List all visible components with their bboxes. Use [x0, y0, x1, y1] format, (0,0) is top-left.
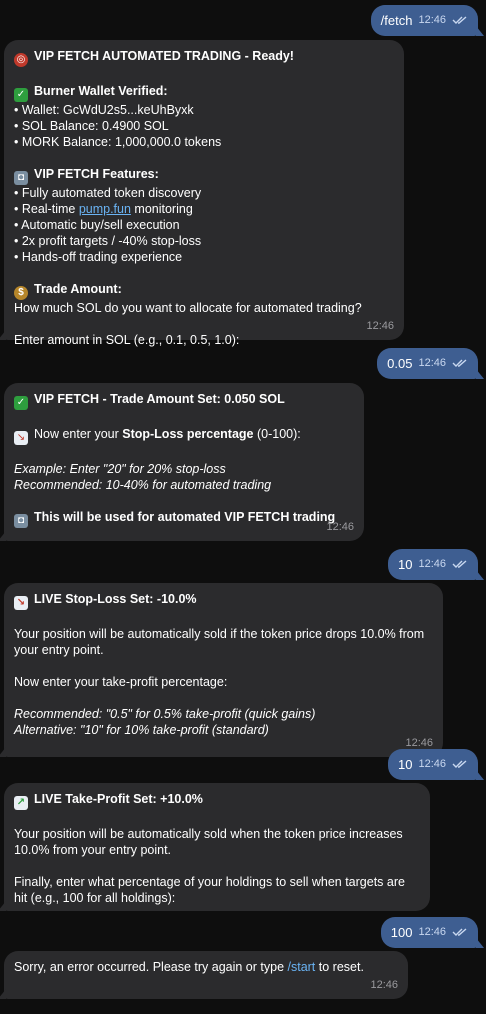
feature-line: • Hands-off trading experience [14, 250, 183, 264]
bubble-tail [476, 570, 484, 580]
body-line: Finally, enter what percentage of your h… [14, 875, 409, 905]
robot-icon: ◘ [14, 514, 28, 528]
recommended-line: Recommended: "0.5" for 0.5% take-profit … [14, 707, 316, 721]
message-title: ↗ LIVE Take-Profit Set: +10.0% [14, 791, 420, 810]
instruction-line: ↘ Now enter your Stop-Loss percentage (0-… [14, 426, 354, 445]
check-mark-icon: ✓ [14, 396, 28, 410]
message-text: 10 [398, 756, 413, 772]
bot-message-trade-amount: ✓ VIP FETCH - Trade Amount Set: 0.050 SOL… [0, 383, 364, 541]
chart-increasing-icon: ↗ [14, 796, 28, 810]
start-command-link[interactable]: /start [288, 960, 316, 974]
example-line: Example: Enter "20" for 20% stop-loss [14, 462, 226, 476]
outgoing-message[interactable]: 0.05 12:46 [377, 348, 484, 379]
check-mark-icon: ✓ [14, 88, 28, 102]
bubble-tail [0, 989, 6, 999]
message-text: /fetch [380, 12, 413, 28]
message-time: 12:46 [418, 926, 446, 938]
bot-message-ready: ◎ VIP FETCH AUTOMATED TRADING - Ready! ✓ B… [0, 40, 404, 347]
chat-area: /fetch 12:46 ◎ VIP FETCH AUTOMATED TRADIN… [0, 0, 486, 1014]
enter-line: Enter amount in SOL (e.g., 0.1, 0.5, 1.0… [14, 333, 240, 347]
feature-line: • 2x profit targets / -40% stop-loss [14, 234, 202, 248]
double-check-icon [452, 928, 467, 936]
feature-line: • Fully automated token discovery [14, 186, 202, 200]
message-text: 100 [390, 924, 413, 940]
mork-balance-line: • MORK Balance: 1,000,000.0 tokens [14, 135, 222, 149]
message-time: 12:46 [366, 320, 394, 332]
pump-fun-link[interactable]: pump.fun [79, 202, 131, 216]
bubble-tail [0, 330, 6, 340]
bot-message-take-profit: ↗ LIVE Take-Profit Set: +10.0% Your posit… [0, 783, 430, 911]
double-check-icon [452, 16, 467, 24]
question-line: How much SOL do you want to allocate for… [14, 301, 362, 315]
double-check-icon [452, 359, 467, 367]
robot-icon: ◘ [14, 171, 28, 185]
outgoing-message[interactable]: /fetch 12:46 [370, 5, 484, 36]
bubble-tail [476, 770, 484, 780]
double-check-icon [452, 560, 467, 568]
message-time: 12:46 [418, 357, 446, 369]
double-check-icon [452, 760, 467, 768]
outgoing-message[interactable]: 100 12:46 [380, 917, 484, 948]
bot-message-stop-loss: ↘ LIVE Stop-Loss Set: -10.0% Your positio… [0, 583, 443, 757]
message-title: ◎ VIP FETCH AUTOMATED TRADING - Ready! [14, 48, 394, 67]
chart-decreasing-icon: ↘ [14, 431, 28, 445]
outgoing-message[interactable]: 10 12:46 [388, 749, 484, 780]
body-line: Your position will be automatically sold… [14, 627, 428, 657]
recommended-line: Recommended: 10-40% for automated tradin… [14, 478, 272, 492]
section-heading: ✓ Burner Wallet Verified: [14, 83, 394, 102]
message-text: 10 [398, 556, 413, 572]
bubble-tail [476, 26, 484, 36]
sol-balance-line: • SOL Balance: 0.4900 SOL [14, 119, 169, 133]
message-text: 0.05 [387, 355, 413, 371]
message-time: 12:46 [370, 979, 398, 991]
bubble-tail [0, 747, 6, 757]
outgoing-message[interactable]: 10 12:46 [388, 549, 484, 580]
wallet-line: • Wallet: GcWdU2s5...keUhByxk [14, 103, 194, 117]
error-line: Sorry, an error occurred. Please try aga… [14, 960, 364, 974]
usage-line: ◘ This will be used for automated VIP FET… [14, 509, 354, 528]
message-time: 12:46 [418, 558, 446, 570]
message-time: 12:46 [326, 521, 354, 533]
money-bag-icon: $ [14, 286, 28, 300]
bubble-tail [0, 901, 6, 911]
section-heading: $ Trade Amount: [14, 281, 394, 300]
body-line: Your position will be automatically sold… [14, 827, 407, 857]
chart-decreasing-icon: ↘ [14, 596, 28, 610]
feature-line: • Real-time pump.fun monitoring [14, 202, 193, 216]
message-time: 12:46 [418, 14, 446, 26]
bubble-tail [476, 938, 484, 948]
message-title: ↘ LIVE Stop-Loss Set: -10.0% [14, 591, 433, 610]
body-line: Now enter your take-profit percentage: [14, 675, 228, 689]
message-title: ✓ VIP FETCH - Trade Amount Set: 0.050 SOL [14, 391, 354, 410]
direct-hit-icon: ◎ [14, 53, 28, 67]
alternative-line: Alternative: "10" for 10% take-profit (s… [14, 723, 269, 737]
section-heading: ◘ VIP FETCH Features: [14, 166, 394, 185]
bot-message-error: Sorry, an error occurred. Please try aga… [0, 951, 408, 999]
bubble-tail [476, 369, 484, 379]
feature-line: • Automatic buy/sell execution [14, 218, 180, 232]
bubble-tail [0, 531, 6, 541]
message-time: 12:46 [418, 758, 446, 770]
